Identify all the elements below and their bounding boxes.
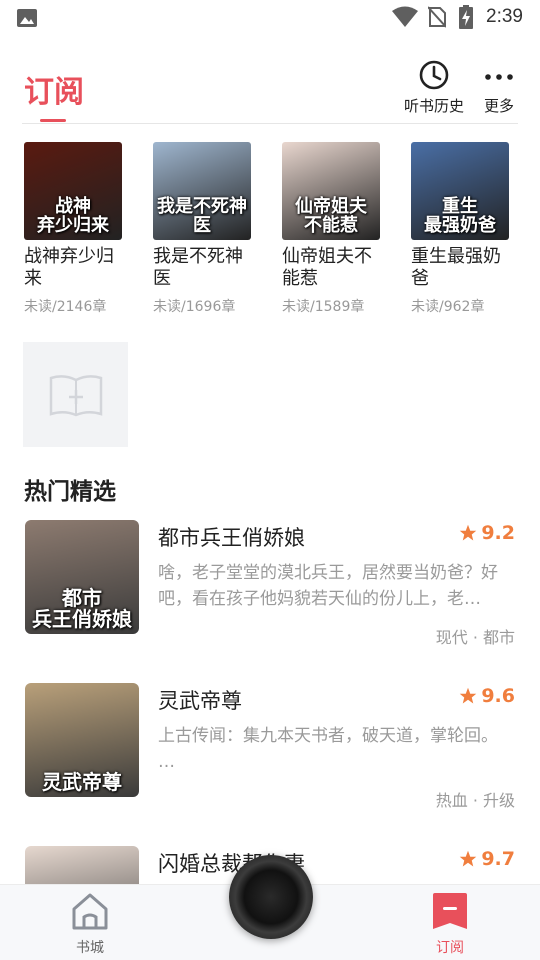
book-unread-count: 未读/1696章 [153,299,236,315]
book-cover-title: 重生 最强奶爸 [424,196,496,237]
book-description: 啥，老子堂堂的漠北兵王，居然要当奶爸？好吧，看在孩子他妈貌若天仙的份儿上，老… [158,563,498,609]
recommended-book-row[interactable]: 灵武帝尊 灵武帝尊 9.6 上古传闻：集九本天书者，破天道，掌轮回。 … 热血 · 升级 [25,683,515,810]
star-icon [460,687,477,704]
book-cover-title: 战神 弃少归来 [37,196,109,237]
book-title: 灵武帝尊 [158,689,242,713]
clock-time: 2:39 [486,6,523,27]
book-cover: 我是不死神医 [153,142,251,240]
subscribed-book[interactable]: 仙帝姐夫 不能惹仙帝姐夫不能惹未读/1589章 [282,142,382,316]
rating-value: 9.2 [481,522,515,544]
more-label: 更多 [483,97,514,115]
title-active-indicator [40,119,66,122]
book-cover-title: 都市 兵王俏娇娘 [32,586,132,631]
book-cover: 战神 弃少归来 [24,142,122,240]
book-cover-title: 我是不死神医 [157,196,247,237]
book-unread-count: 未读/2146章 [24,299,107,315]
book-unread-count: 未读/1589章 [282,299,365,315]
page-title: 订阅 [24,75,84,110]
subscribed-book[interactable]: 我是不死神医 我是不死神医 未读/1696章 [153,142,253,316]
book-title: 都市兵王俏娇娘 [158,526,305,550]
book-title: 我是不死神医 [153,246,243,289]
nav-subscription[interactable]: 订阅 [420,891,480,957]
section-title-hot-picks: 热门精选 [24,479,116,505]
status-bar: 2:39 [0,0,540,36]
book-title: 仙帝姐夫不能惹 [282,246,372,289]
book-rating: 9.6 [459,685,515,707]
subscribed-book[interactable]: 战神 弃少归来战神弃少归来未读/2146章 [24,142,124,316]
more-dots-icon [485,74,513,80]
book-description: 上古传闻：集九本天书者，破天道，掌轮回。 … [158,726,498,772]
book-rating: 9.7 [459,848,515,870]
listen-history-button[interactable]: 听书历史 [402,59,466,116]
star-icon [460,850,477,867]
home-icon [72,893,108,930]
no-sim-icon [428,6,446,28]
subscribed-book[interactable]: 重生 最强奶爸重生最强奶爸未读/962章 [411,142,511,316]
nav-subscription-label: 订阅 [436,940,464,956]
book-cover-title: 仙帝姐夫 不能惹 [295,196,367,237]
listen-history-label: 听书历史 [403,97,464,115]
more-button[interactable]: 更多 [482,59,516,116]
book-cover: 仙帝姐夫 不能惹 [282,142,380,240]
book-cover-title: 灵武帝尊 [42,770,122,794]
book-title: 重生最强奶爸 [411,246,501,289]
header-divider [22,123,518,124]
audio-player-disc-button[interactable] [229,855,313,939]
rating-value: 9.6 [481,685,515,707]
battery-charging-icon [459,5,473,29]
image-notification-icon [17,9,37,27]
book-title: 战神弃少归来 [24,246,114,289]
book-tags: 现代 · 都市 [435,628,515,647]
book-cover: 灵武帝尊 [25,683,139,797]
book-cover: 重生 最强奶爸 [411,142,509,240]
clock-icon [419,60,449,90]
recommended-book-row[interactable]: 都市 兵王俏娇娘 都市兵王俏娇娘 9.2 啥，老子堂堂的漠北兵王，居然要当奶爸？好吧，… [25,520,515,647]
wifi-icon [392,6,418,27]
add-book-icon [49,374,102,416]
book-tags: 热血 · 升级 [435,791,515,810]
book-unread-count: 未读/962章 [411,299,485,315]
nav-bookstore-label: 书城 [76,940,104,956]
rating-value: 9.7 [481,848,515,870]
app-header: 订阅 听书历史 更多 [0,55,540,125]
star-icon [460,524,477,541]
bookmark-icon [433,893,467,929]
book-cover: 都市 兵王俏娇娘 [25,520,139,634]
book-rating: 9.2 [459,522,515,544]
add-book-button[interactable] [23,342,128,447]
nav-bookstore[interactable]: 书城 [60,891,120,957]
